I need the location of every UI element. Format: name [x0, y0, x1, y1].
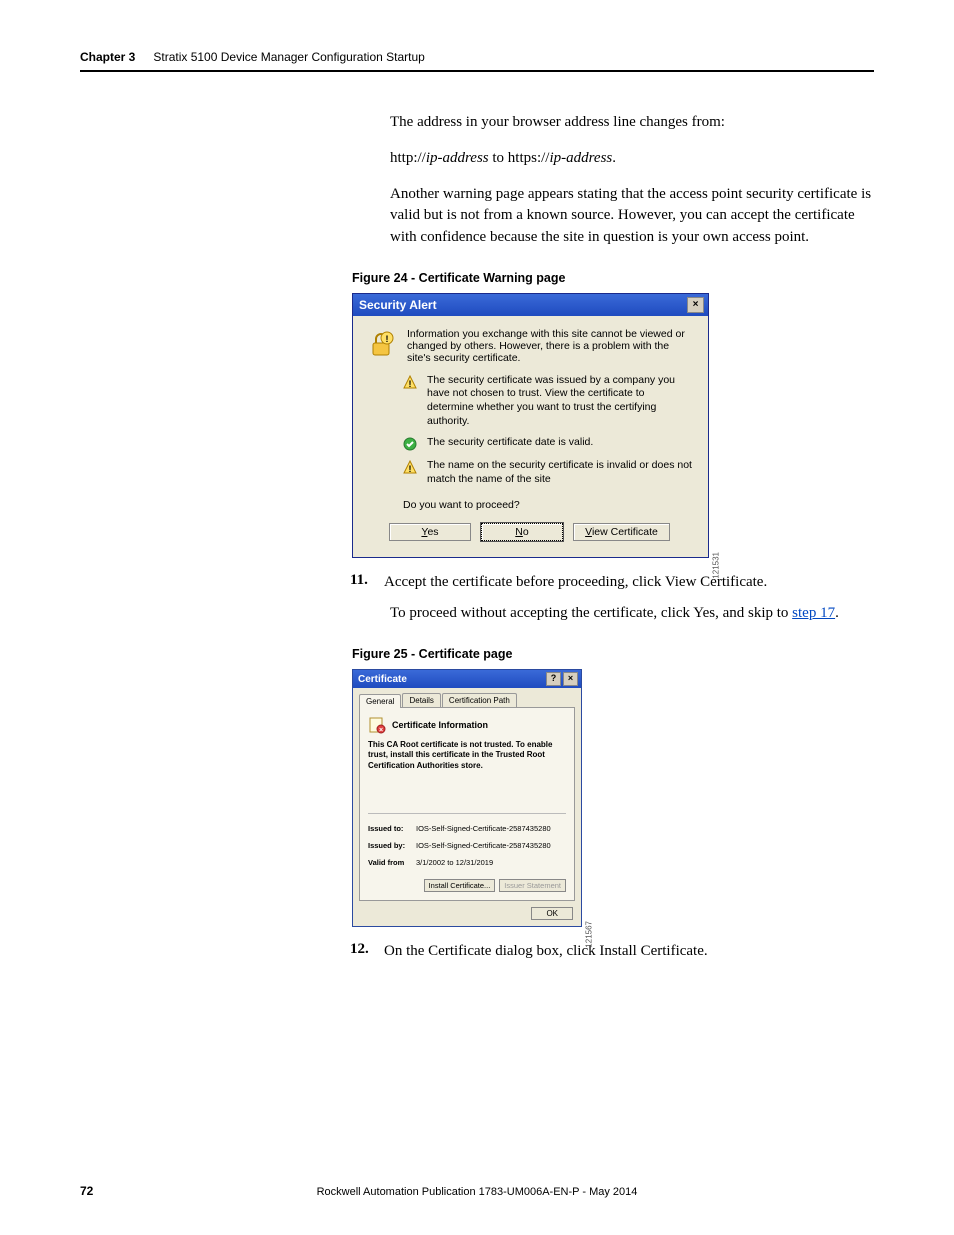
url-line: http://ip-address to https://ip-address. [390, 148, 874, 170]
step-11-sub: To proceed without accepting the certifi… [390, 603, 874, 625]
alert-main-text: Information you exchange with this site … [407, 328, 694, 364]
certificate-dialog: Certificate ? × General Details Certific… [352, 669, 582, 927]
dialog-title: Certificate [358, 674, 407, 685]
ok-button[interactable]: OK [531, 907, 573, 920]
alert-ok-1: The security certificate date is valid. [427, 436, 593, 450]
yes-button[interactable]: Yes [389, 523, 471, 541]
dialog-titlebar: Security Alert × [353, 294, 708, 316]
alert-warn-1: The security certificate was issued by a… [427, 374, 694, 429]
alert-question: Do you want to proceed? [403, 499, 694, 511]
tab-general[interactable]: General [359, 694, 401, 708]
figure-25-caption: Figure 25 - Certificate page [352, 647, 874, 661]
page-header: Chapter 3 Stratix 5100 Device Manager Co… [80, 50, 874, 72]
valid-value: 3/1/2002 to 12/31/2019 [416, 858, 493, 867]
body-para-1: The address in your browser address line… [390, 112, 874, 249]
warning-triangle-icon: ! [403, 375, 417, 389]
alert-warn-2: The name on the security certificate is … [427, 459, 694, 486]
issued-by-row: Issued by: IOS-Self-Signed-Certificate-2… [368, 841, 566, 850]
security-alert-dialog: Security Alert × ! Information you excha… [352, 293, 709, 558]
svg-text:!: ! [409, 464, 412, 474]
valid-from-row: Valid from 3/1/2002 to 12/31/2019 [368, 858, 566, 867]
step-11: 11. Accept the certificate before procee… [350, 572, 874, 594]
warning-triangle-icon: ! [403, 460, 417, 474]
tab-certification-path[interactable]: Certification Path [442, 693, 517, 707]
cert-info-header: Certificate Information [392, 720, 488, 730]
issued-to-row: Issued to: IOS-Self-Signed-Certificate-2… [368, 824, 566, 833]
svg-text:×: × [379, 727, 383, 734]
tab-details[interactable]: Details [402, 693, 440, 707]
step-12: 12. On the Certificate dialog box, click… [350, 941, 874, 963]
figure-id-label: 121567 [585, 921, 594, 948]
view-certificate-button[interactable]: View Certificate [573, 523, 670, 541]
body-para-2: Another warning page appears stating tha… [390, 184, 874, 249]
issued-to-value: IOS-Self-Signed-Certificate-2587435280 [416, 824, 551, 833]
chapter-label: Chapter 3 [80, 50, 135, 64]
check-circle-icon [403, 437, 417, 451]
tab-panel: × Certificate Information This CA Root c… [359, 707, 575, 901]
issued-by-value: IOS-Self-Signed-Certificate-2587435280 [416, 841, 551, 850]
tabs: General Details Certification Path [353, 688, 581, 707]
help-icon[interactable]: ? [546, 672, 561, 686]
figure-id-label: 121531 [712, 552, 721, 579]
close-icon[interactable]: × [687, 297, 704, 313]
lock-warning-icon: ! [365, 328, 397, 360]
issuer-statement-button: Issuer Statement [499, 879, 566, 892]
dialog-titlebar: Certificate ? × [353, 670, 581, 688]
no-button[interactable]: No [481, 523, 563, 541]
certificate-icon: × [368, 716, 386, 734]
svg-text:!: ! [409, 379, 412, 389]
step-17-link[interactable]: step 17 [792, 605, 835, 621]
close-icon[interactable]: × [563, 672, 578, 686]
footer-text: Rockwell Automation Publication 1783-UM0… [0, 1186, 954, 1198]
figure-24-caption: Figure 24 - Certificate Warning page [352, 271, 874, 285]
svg-text:!: ! [386, 334, 389, 344]
dialog-title: Security Alert [359, 298, 437, 312]
install-certificate-button[interactable]: Install Certificate... [424, 879, 496, 892]
cert-warning-text: This CA Root certificate is not trusted.… [368, 740, 566, 771]
chapter-title: Stratix 5100 Device Manager Configuratio… [153, 50, 424, 64]
